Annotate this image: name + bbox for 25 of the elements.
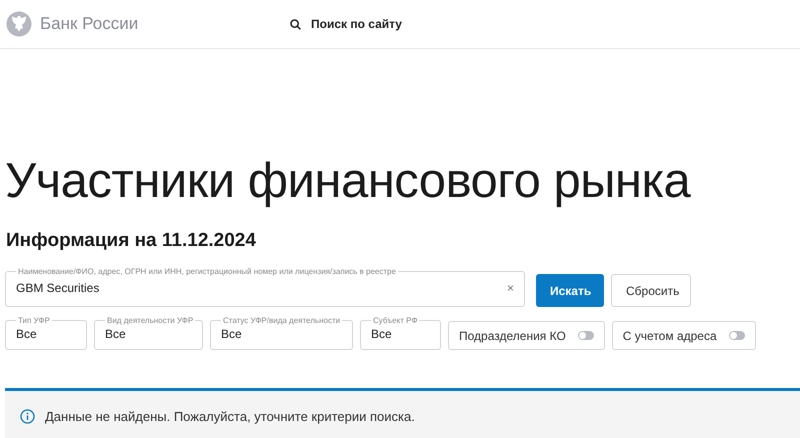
emblem-icon	[6, 11, 32, 37]
info-icon	[20, 408, 35, 424]
filter-select[interactable]: Статус УФР/вида деятельности Все	[210, 316, 353, 350]
search-icon	[290, 18, 301, 30]
clear-button[interactable]: ×	[506, 281, 514, 295]
search-field[interactable]: Наименование/ФИО, адрес, ОГРН или ИНН, регистрационный номер или лицензия/запись в реестре GBM Securities ×	[5, 267, 525, 307]
site-search-link[interactable]: Поиск по сайту	[290, 17, 402, 31]
alert-message: Данные не найдены. Пожалуйста, уточните критерии поиска.	[45, 408, 415, 424]
toggle-filter[interactable]: Подразделения КО	[448, 321, 605, 350]
filter-select[interactable]: Вид деятельности УФР Все	[94, 316, 203, 350]
search-button[interactable]: Искать	[536, 274, 604, 307]
filter-select[interactable]: Тип УФР Все	[5, 316, 87, 350]
field-label: Субъект РФ	[372, 316, 418, 325]
field-label: Статус УФР/вида деятельности	[222, 316, 342, 325]
field-label: Наименование/ФИО, адрес, ОГРН или ИНН, регистрационный номер или лицензия/запись в реестре	[17, 267, 397, 276]
page-title: Участники финансового рынка	[4, 153, 692, 209]
toggle-filter[interactable]: С учетом адреса	[612, 321, 756, 350]
reset-button[interactable]: Сбросить	[611, 274, 691, 307]
filter-select[interactable]: Субъект РФ Все	[360, 316, 441, 350]
toggle-switch[interactable]	[578, 331, 594, 340]
field-label: Вид деятельности УФР	[106, 316, 194, 325]
info-date-heading: Информация на 11.12.2024	[5, 229, 257, 253]
toggle-switch[interactable]	[728, 331, 745, 340]
brand-name: Банк России	[40, 14, 138, 34]
field-label: Тип УФР	[17, 316, 51, 325]
